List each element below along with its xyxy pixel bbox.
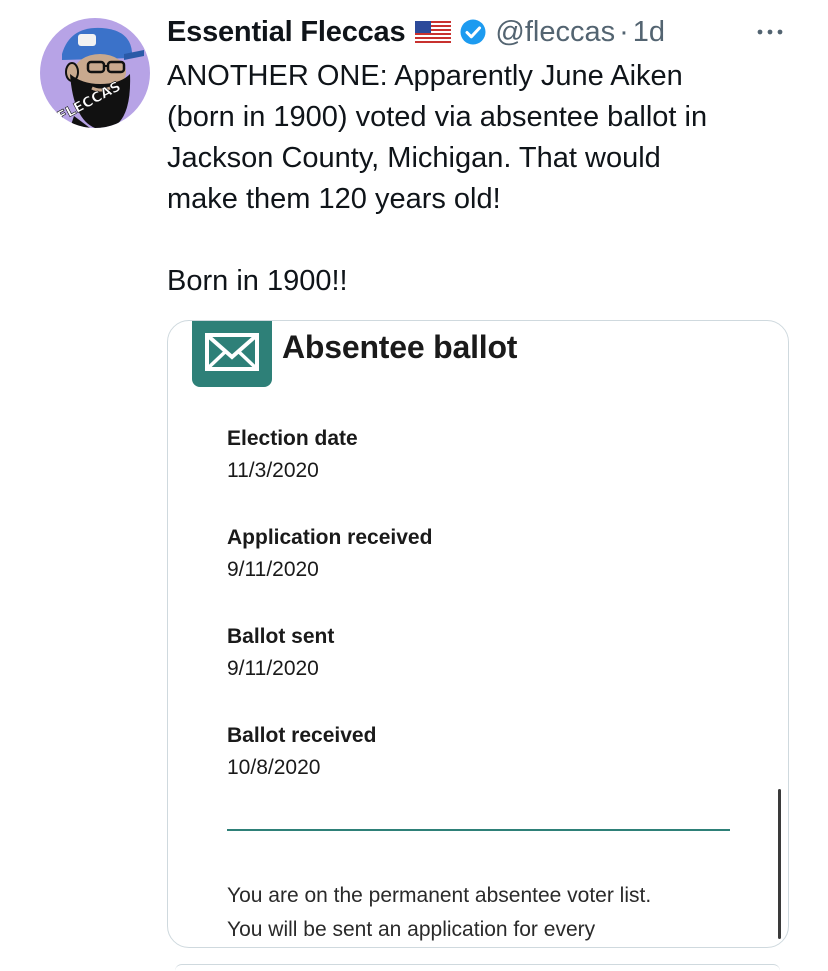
verified-badge-icon <box>459 18 487 46</box>
us-flag-icon <box>415 21 452 43</box>
field-ballot-received: Ballot received 10/8/2020 <box>227 722 376 782</box>
field-label: Election date <box>227 427 358 450</box>
tweet-text-second-paragraph: Born in 1900!! <box>167 265 348 297</box>
field-ballot-sent: Ballot sent 9/11/2020 <box>227 623 334 683</box>
tweet-text-line: (born in 1900) voted via absentee ballot… <box>167 101 708 133</box>
field-label: Ballot received <box>227 724 377 747</box>
field-label: Application received <box>227 526 433 549</box>
notice-line: You will be sent an application for ever… <box>227 918 596 941</box>
field-application-received: Application received 9/11/2020 <box>227 524 432 584</box>
section-divider <box>227 829 730 831</box>
field-value: 11/3/2020 <box>227 459 319 482</box>
tweet-header: Essential Fleccas @fleccas · 1d <box>167 12 665 52</box>
tweet-text-line: Jackson County, Michigan. That would <box>167 142 661 174</box>
separator-dot: · <box>619 15 629 48</box>
scrollbar[interactable] <box>778 789 781 939</box>
mail-envelope-icon <box>192 321 272 387</box>
timestamp[interactable]: 1d <box>633 16 665 49</box>
absentee-notice: You are on the permanent absentee voter … <box>227 879 747 947</box>
more-options-icon[interactable] <box>752 22 788 42</box>
display-name[interactable]: Essential Fleccas <box>167 16 406 49</box>
field-election-date: Election date 11/3/2020 <box>227 425 358 485</box>
notice-line: You are on the permanent absentee voter … <box>227 884 652 907</box>
handle[interactable]: @fleccas <box>495 16 615 49</box>
tweet-text: ANOTHER ONE: Apparently June Aiken (born… <box>167 56 807 302</box>
field-label: Ballot sent <box>227 625 335 648</box>
tweet-text-line: ANOTHER ONE: Apparently June Aiken <box>167 60 683 92</box>
field-value: 9/11/2020 <box>227 657 319 680</box>
tweet-text-line: make them 120 years old! <box>167 183 501 215</box>
field-value: 10/8/2020 <box>227 756 321 779</box>
tweet-media-image[interactable]: Absentee ballot Election date 11/3/2020 … <box>167 320 789 948</box>
card-title: Absentee ballot <box>282 329 518 365</box>
avatar[interactable]: FLECCAS <box>40 18 150 128</box>
field-value: 9/11/2020 <box>227 558 319 581</box>
